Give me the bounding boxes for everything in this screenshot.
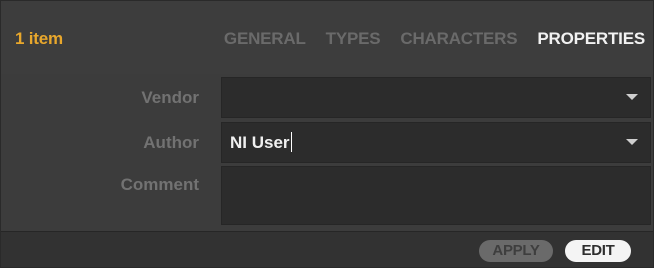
tab-types[interactable]: TYPES xyxy=(326,29,381,49)
comment-label: Comment xyxy=(120,175,199,194)
tab-bar: GENERAL TYPES CHARACTERS PROPERTIES xyxy=(204,29,645,49)
properties-panel: 1 item GENERAL TYPES CHARACTERS PROPERTI… xyxy=(0,0,654,268)
footer-bar: APPLY EDIT xyxy=(1,231,653,267)
author-label: Author xyxy=(143,133,199,152)
chevron-down-icon[interactable] xyxy=(626,139,638,145)
edit-button[interactable]: EDIT xyxy=(565,240,631,262)
properties-form: Vendor Author NI User Comment xyxy=(1,74,653,231)
tab-characters[interactable]: CHARACTERS xyxy=(400,29,517,49)
author-value: NI User xyxy=(230,133,290,152)
comment-field[interactable] xyxy=(221,166,651,225)
author-field[interactable]: NI User xyxy=(221,122,651,163)
chevron-down-icon[interactable] xyxy=(626,94,638,100)
vendor-label: Vendor xyxy=(141,88,199,107)
text-cursor xyxy=(290,132,292,152)
vendor-field[interactable] xyxy=(221,77,651,118)
panel-header: 1 item GENERAL TYPES CHARACTERS PROPERTI… xyxy=(1,1,653,74)
apply-button[interactable]: APPLY xyxy=(479,240,553,262)
item-count-label: 1 item xyxy=(15,29,63,48)
author-value-wrap: NI User xyxy=(230,132,292,153)
tab-general[interactable]: GENERAL xyxy=(224,29,306,49)
tab-properties[interactable]: PROPERTIES xyxy=(537,29,645,49)
